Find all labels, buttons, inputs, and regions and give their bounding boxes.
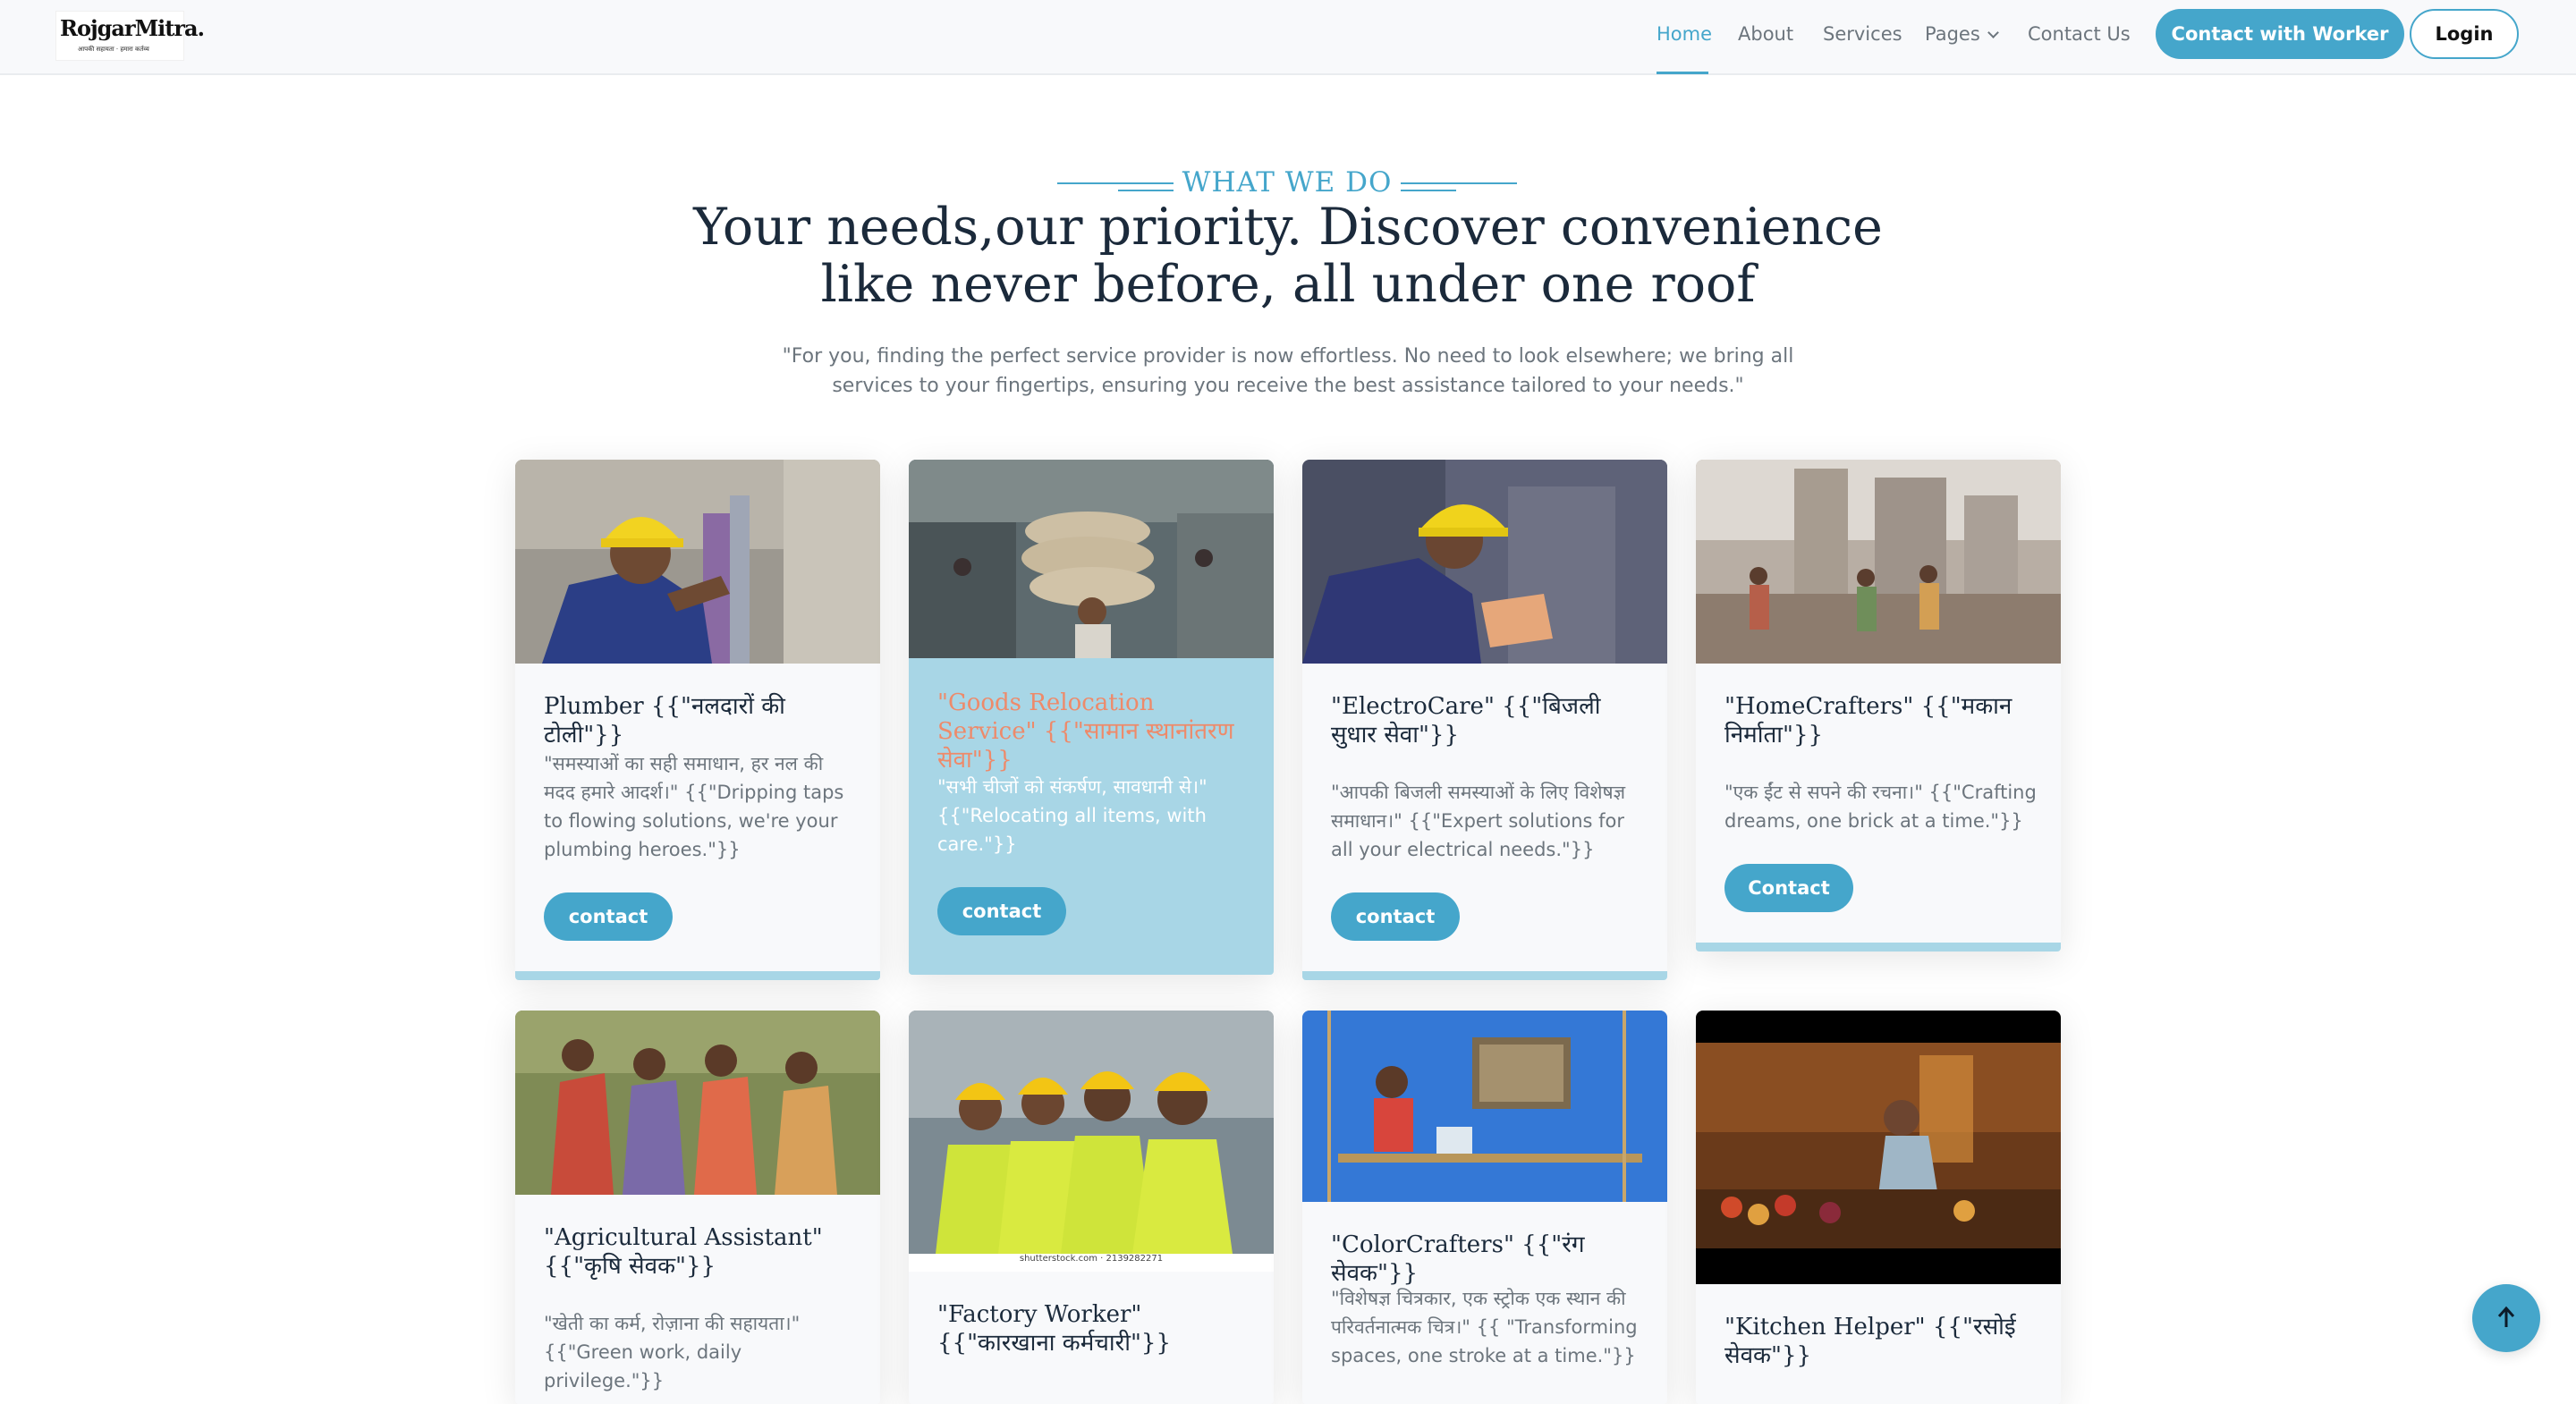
nav-contact-us[interactable]: Contact Us: [2028, 21, 2131, 47]
service-card-colorcrafters: "ColorCrafters" {{"रंग सेवक"}} "विशेषज्ञ…: [1302, 1011, 1667, 1404]
homecrafters-image: [1696, 460, 2061, 664]
card-title: "Agricultural Assistant" {{"कृषि सेवक"}}: [544, 1224, 823, 1280]
brand-name: RojgarMitra.: [60, 15, 205, 41]
back-to-top-button[interactable]: [2472, 1284, 2540, 1352]
service-card-homecrafters: "HomeCrafters" {{"मकान निर्माता"}} "एक ई…: [1696, 460, 2061, 952]
kitchen-helper-image: [1696, 1011, 2061, 1284]
nav-pages[interactable]: Pages: [1925, 21, 1999, 47]
brand-tagline: आपकी सहायता · हमारा कर्तव्य: [78, 46, 149, 53]
card-title: "HomeCrafters" {{"मकान निर्माता"}}: [1724, 693, 2012, 749]
plumber-image: [515, 460, 880, 664]
nav-home[interactable]: Home: [1657, 21, 1712, 47]
factory-worker-image: shutterstock.com · 2139282271: [909, 1011, 1274, 1272]
nav-active-indicator: [1657, 72, 1708, 74]
nav-pages-label: Pages: [1925, 23, 1980, 45]
card-description: "समस्याओं का सही समाधान, हर नल की मदद हम…: [544, 753, 844, 860]
service-card-electrocare: "ElectroCare" {{"बिजली सुधार सेवा"}} "आप…: [1302, 460, 1667, 980]
electrocare-image: [1302, 460, 1667, 664]
card-bottom-bar: [1302, 971, 1667, 980]
contact-button[interactable]: contact: [937, 887, 1066, 935]
brand-logo[interactable]: RojgarMitra. आपकी सहायता · हमारा कर्तव्य: [55, 11, 205, 61]
service-card-plumber: Plumber {{"नलदारों की टोली"}} "समस्याओं …: [515, 460, 880, 980]
contact-button[interactable]: contact: [544, 892, 673, 941]
goods-relocation-image: [909, 460, 1274, 658]
card-title: Plumber {{"नलदारों की टोली"}}: [544, 693, 785, 749]
nav-about[interactable]: About: [1738, 21, 1793, 47]
card-bottom-bar: [515, 971, 880, 980]
service-card-kitchen-helper: "Kitchen Helper" {{"रसोई सेवक"}}: [1696, 1011, 2061, 1404]
card-description: "आपकी बिजली समस्याओं के लिए विशेषज्ञ समा…: [1331, 782, 1626, 860]
image-caption: shutterstock.com · 2139282271: [1019, 1254, 1164, 1264]
section-subtitle: "For you, finding the perfect service pr…: [782, 345, 1794, 397]
nav-services[interactable]: Services: [1823, 21, 1902, 47]
chevron-down-icon: [1987, 27, 1999, 38]
agricultural-assistant-image: [515, 1011, 880, 1195]
contact-with-worker-button[interactable]: Contact with Worker: [2156, 9, 2404, 59]
card-title: "Factory Worker" {{"कारखाना कर्मचारी"}}: [937, 1301, 1171, 1357]
card-title: "Kitchen Helper" {{"रसोई सेवक"}}: [1724, 1314, 2016, 1369]
navbar: RojgarMitra. आपकी सहायता · हमारा कर्तव्य…: [0, 0, 2576, 75]
contact-button[interactable]: Contact: [1724, 864, 1853, 912]
service-card-goods-relocation: "Goods Relocation Service" {{"सामान स्था…: [909, 460, 1274, 975]
colorcrafters-image: [1302, 1011, 1667, 1202]
arrow-up-icon: [2497, 1306, 2515, 1327]
card-title: "ColorCrafters" {{"रंग सेवक"}}: [1331, 1231, 1585, 1287]
card-description: "खेती का कर्म, रोज़ाना की सहायता।" {{"Gr…: [544, 1313, 801, 1391]
login-button[interactable]: Login: [2410, 9, 2519, 59]
card-title: "Goods Relocation Service" {{"सामान स्था…: [937, 689, 1234, 774]
card-title: "ElectroCare" {{"बिजली सुधार सेवा"}}: [1331, 693, 1601, 749]
section-title: Your needs,our priority. Discover conven…: [693, 198, 1883, 314]
contact-button[interactable]: contact: [1331, 892, 1460, 941]
card-bottom-bar: [1696, 943, 2061, 952]
card-description: "एक ईंट से सपने की रचना।" {{"Crafting dr…: [1724, 782, 2037, 832]
service-card-factory-worker: shutterstock.com · 2139282271 "Factory W…: [909, 1011, 1274, 1404]
service-card-agricultural-assistant: "Agricultural Assistant" {{"कृषि सेवक"}}…: [515, 1011, 880, 1404]
eyebrow-label: WHAT WE DO: [1182, 166, 1393, 199]
card-description: "सभी चीजों को संकर्षण, सावधानी से।" {{"R…: [937, 776, 1208, 855]
card-description: "विशेषज्ञ चित्रकार, एक स्ट्रोक एक स्थान …: [1331, 1288, 1638, 1366]
